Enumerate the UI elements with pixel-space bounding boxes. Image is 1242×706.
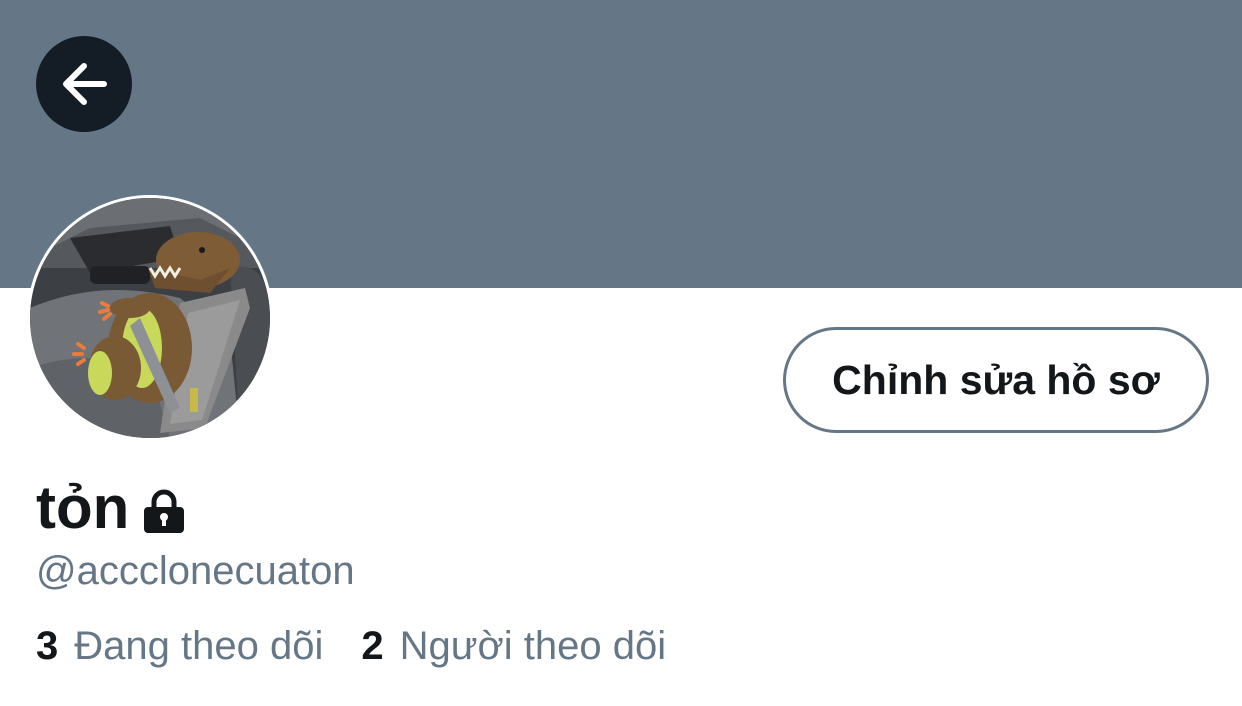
edit-profile-button[interactable]: Chỉnh sửa hồ sơ [783,327,1209,433]
edit-profile-label: Chỉnh sửa hồ sơ [832,356,1160,403]
arrow-left-icon [63,63,107,105]
display-name-row: tỏn [36,472,187,544]
following-label: Đang theo dõi [74,624,324,668]
following-stat[interactable]: 3 Đang theo dõi [36,620,323,672]
following-count: 3 [36,624,59,668]
user-handle: @accclonecuaton [36,549,355,593]
lock-icon [141,488,187,534]
followers-count: 2 [361,624,384,668]
back-button[interactable] [36,36,132,132]
avatar[interactable] [30,198,270,438]
avatar-image [30,198,270,438]
profile-page: Chỉnh sửa hồ sơ tỏn @accclonecuaton 3 Đa… [0,0,1242,706]
followers-stat[interactable]: 2 Người theo dõi [361,620,666,672]
display-name: tỏn [36,474,130,541]
followers-label: Người theo dõi [399,624,667,668]
follow-stats: 3 Đang theo dõi 2 Người theo dõi [36,620,666,672]
